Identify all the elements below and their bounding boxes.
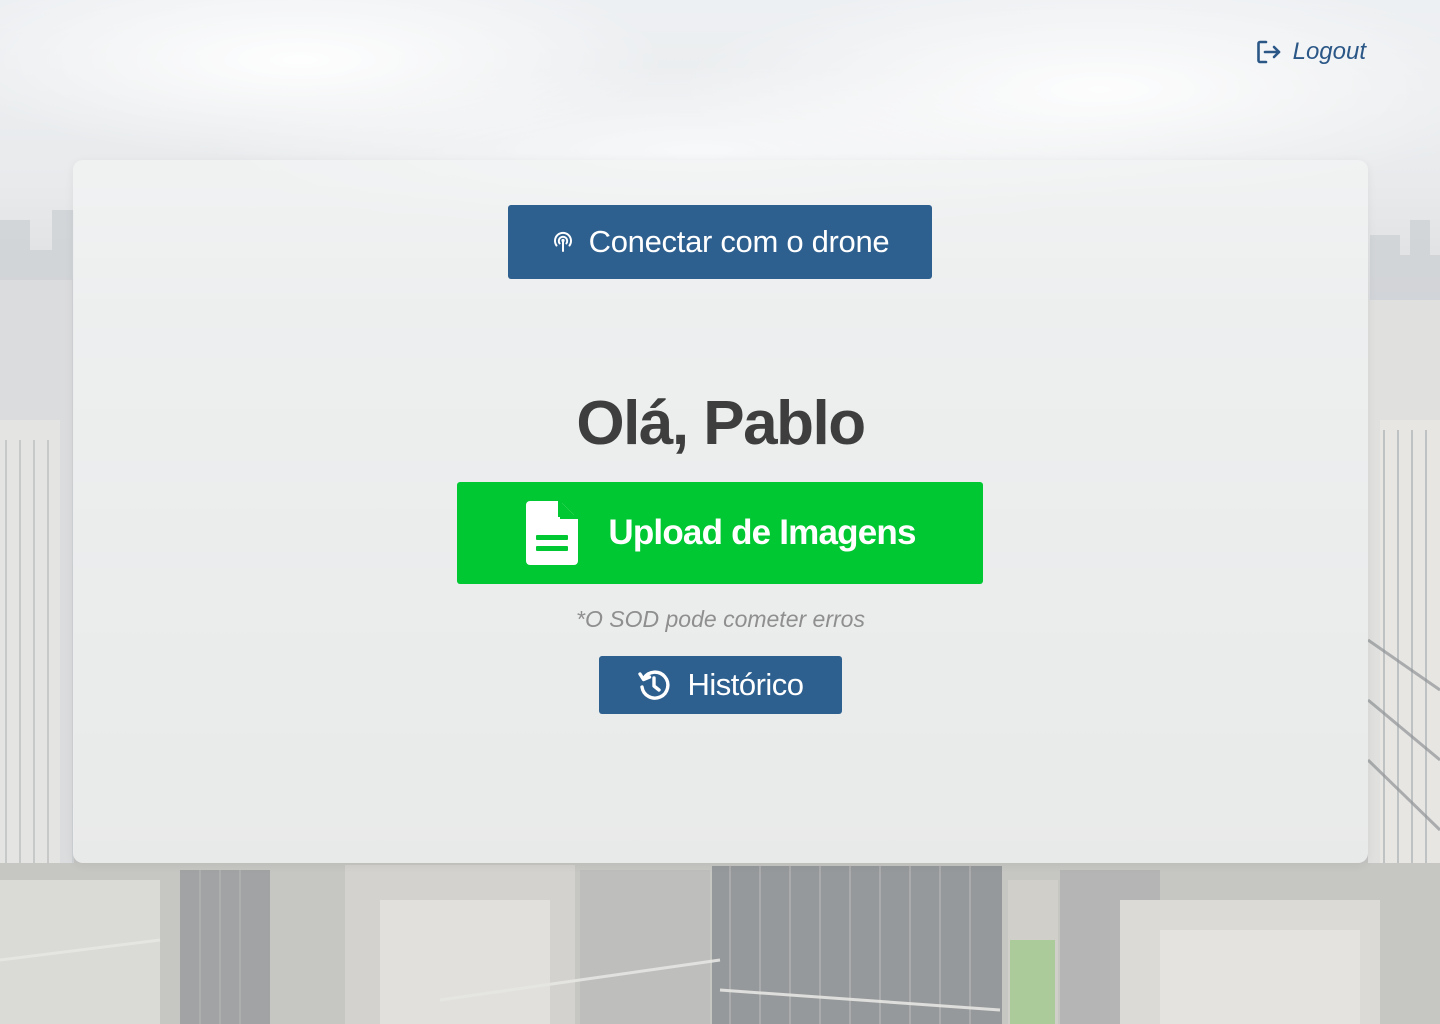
greeting-title: Olá, Pablo — [576, 389, 866, 458]
upload-images-label: Upload de Imagens — [608, 513, 916, 552]
logout-label: Logout — [1292, 38, 1366, 65]
logout-button[interactable]: Logout — [1255, 38, 1366, 66]
connect-drone-button[interactable]: Conectar com o drone — [508, 205, 932, 279]
history-icon — [638, 670, 670, 700]
signal-broadcast-icon — [553, 231, 572, 252]
error-disclaimer: *O SOD pode cometer erros — [576, 606, 865, 632]
upload-images-button[interactable]: Upload de Imagens — [457, 482, 983, 584]
main-panel: Conectar com o drone Olá, Pablo Upload d… — [73, 160, 1368, 863]
file-text-icon — [526, 501, 579, 565]
connect-drone-label: Conectar com o drone — [588, 224, 890, 259]
logout-icon — [1256, 40, 1280, 64]
history-label: Histórico — [687, 667, 804, 702]
history-button[interactable]: Histórico — [599, 656, 842, 714]
